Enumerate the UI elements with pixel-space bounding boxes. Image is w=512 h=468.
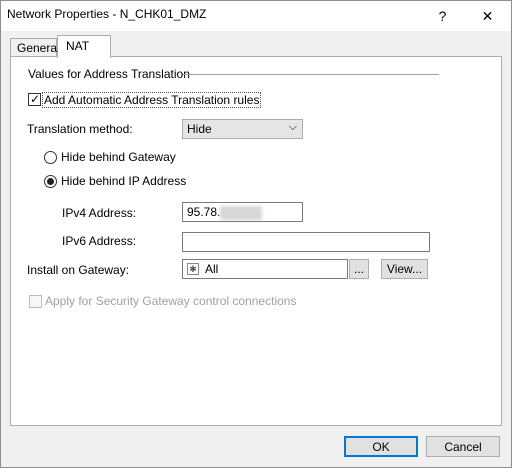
close-button[interactable]: ✕ <box>465 1 510 31</box>
help-icon: ? <box>438 8 447 24</box>
tab-nat[interactable]: NAT <box>57 35 111 58</box>
security-gateway-label: Apply for Security Gateway control conne… <box>45 294 297 308</box>
ipv6-label: IPv6 Address: <box>62 234 137 248</box>
redacted-area <box>220 205 263 220</box>
dialog-window: Network Properties - N_CHK01_DMZ ? ✕ Gen… <box>0 0 512 468</box>
auto-rules-checkbox[interactable]: ✓ <box>28 92 41 106</box>
view-button[interactable]: View... <box>381 259 428 279</box>
radio-selected-dot <box>47 178 54 185</box>
help-button[interactable]: ? <box>420 1 465 31</box>
close-icon: ✕ <box>481 7 494 24</box>
browse-gateway-button[interactable]: ... <box>349 259 369 279</box>
auto-rules-label: Add Automatic Address Translation rules <box>42 92 262 108</box>
chevron-down-icon: ⌵ <box>288 121 297 133</box>
checkmark-icon: ✓ <box>30 92 41 106</box>
ipv4-input[interactable]: 95.78. <box>182 202 303 222</box>
install-on-gateway-value: All <box>205 262 219 276</box>
ok-button[interactable]: OK <box>344 436 418 457</box>
any-object-icon: ✱ <box>187 263 199 275</box>
group-divider <box>183 74 439 75</box>
install-on-gateway-field[interactable]: ✱ All <box>182 259 348 279</box>
title-bar: Network Properties - N_CHK01_DMZ ? ✕ <box>1 1 511 31</box>
cancel-button[interactable]: Cancel <box>426 436 500 457</box>
hide-behind-ip-radio[interactable] <box>44 175 57 188</box>
ipv4-label: IPv4 Address: <box>62 206 137 220</box>
install-on-gateway-label: Install on Gateway: <box>27 263 130 277</box>
translation-method-value: Hide <box>187 122 212 136</box>
hide-behind-gateway-label: Hide behind Gateway <box>61 150 176 164</box>
hide-behind-ip-label: Hide behind IP Address <box>61 174 187 188</box>
ipv4-value: 95.78. <box>187 205 221 219</box>
group-label: Values for Address Translation <box>28 67 190 81</box>
window-title: Network Properties - N_CHK01_DMZ <box>7 7 207 21</box>
tab-general[interactable]: General <box>10 38 60 57</box>
translation-method-label: Translation method: <box>27 122 133 136</box>
hide-behind-gateway-radio[interactable] <box>44 151 57 164</box>
translation-method-select[interactable]: Hide ⌵ <box>182 119 303 139</box>
ipv6-input[interactable] <box>182 232 430 252</box>
security-gateway-checkbox[interactable] <box>29 295 42 308</box>
